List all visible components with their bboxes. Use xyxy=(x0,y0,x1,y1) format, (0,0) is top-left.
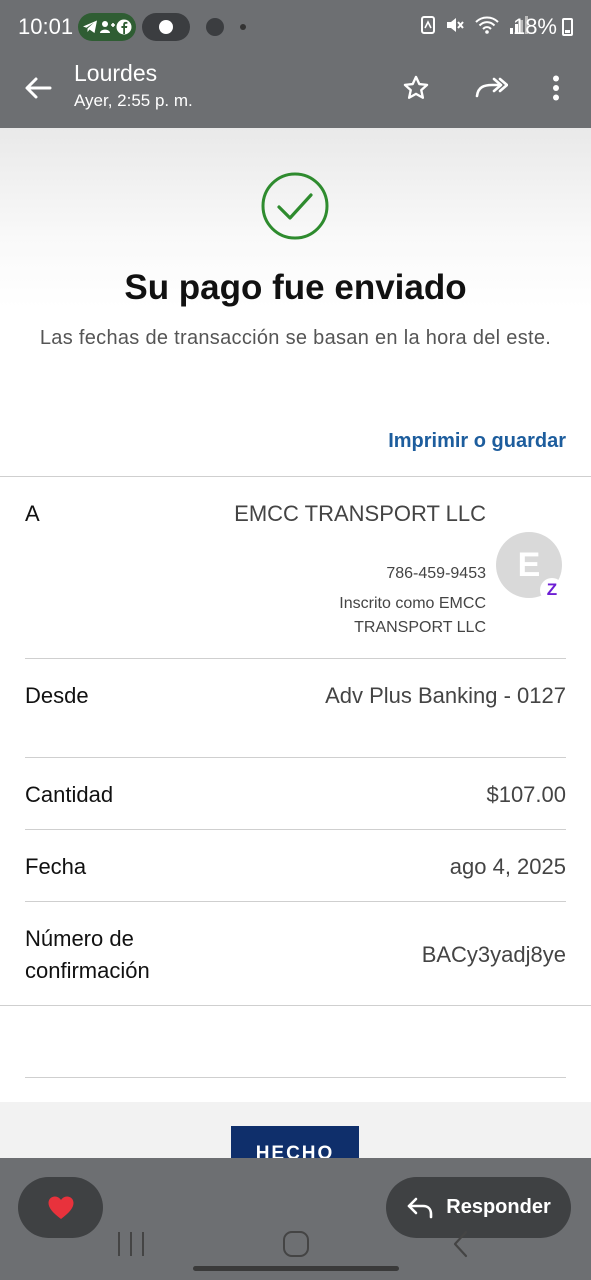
notification-pill xyxy=(78,13,136,41)
notification-icons xyxy=(78,13,246,41)
recents-bar xyxy=(130,1232,132,1256)
recipient-label: A xyxy=(25,501,40,526)
nfc-icon xyxy=(421,16,435,34)
reply-button[interactable]: Responder xyxy=(386,1177,571,1238)
recents-button[interactable] xyxy=(118,1232,144,1256)
more-vertical-icon xyxy=(553,75,559,101)
mute-icon xyxy=(447,18,464,32)
success-check-icon xyxy=(261,172,329,240)
star-icon xyxy=(403,75,429,99)
amount-value: $107.00 xyxy=(486,782,566,807)
date-label: Fecha xyxy=(25,854,87,879)
amount-label: Cantidad xyxy=(25,782,114,807)
print-or-save-link[interactable]: Imprimir o guardar xyxy=(388,430,566,453)
recents-bar xyxy=(118,1232,120,1256)
more-options-button[interactable] xyxy=(540,70,572,106)
recipient-phone: 786-459-9453 xyxy=(386,565,486,582)
payment-confirmation: Su pago fue enviado Las fechas de transa… xyxy=(0,128,591,1182)
home-button[interactable] xyxy=(283,1231,309,1257)
divider xyxy=(25,658,566,659)
date-value: ago 4, 2025 xyxy=(449,854,566,879)
message-timestamp: Ayer, 2:55 p. m. xyxy=(74,91,193,110)
divider xyxy=(25,829,566,830)
divider xyxy=(0,1005,591,1006)
reply-label: Responder xyxy=(446,1196,551,1218)
confirmation-label: Número de confirmación xyxy=(25,926,150,983)
arrow-back-icon xyxy=(25,77,52,99)
sender-name: Lourdes xyxy=(74,60,158,86)
recipient-name: EMCC TRANSPORT LLC xyxy=(234,501,486,526)
back-button[interactable] xyxy=(20,70,56,106)
confirmation-number-value: BACy3yadj8ye xyxy=(421,942,566,967)
bottom-action-bar: Responder xyxy=(0,1158,591,1280)
divider xyxy=(25,757,566,758)
notification-pill-secondary xyxy=(142,13,190,41)
battery-icon xyxy=(562,18,573,36)
forward-icon xyxy=(475,77,508,98)
page-subtitle: Las fechas de transacción se basan en la… xyxy=(39,327,552,349)
app-icon xyxy=(159,20,173,34)
zelle-icon: Z xyxy=(540,578,564,602)
from-label: Desde xyxy=(25,683,89,708)
recents-bar xyxy=(142,1232,144,1256)
facebook-icon xyxy=(116,19,132,35)
battery-percent: 18% xyxy=(512,14,557,39)
divider xyxy=(25,901,566,902)
page-title: Su pago fue enviado xyxy=(124,268,467,307)
status-time: 10:01 xyxy=(18,14,74,39)
nav-back-icon[interactable] xyxy=(450,1230,472,1258)
add-person-icon xyxy=(99,21,115,33)
wifi-icon xyxy=(475,16,499,34)
conversation-header: Lourdes Ayer, 2:55 p. m. xyxy=(0,56,591,128)
app-icon xyxy=(206,18,224,36)
divider xyxy=(25,1077,566,1078)
heart-reaction-button[interactable] xyxy=(18,1177,103,1238)
reply-icon xyxy=(407,1197,433,1218)
star-button[interactable] xyxy=(398,70,434,106)
dot-icon xyxy=(240,24,246,30)
heart-icon xyxy=(48,1196,73,1219)
telegram-icon xyxy=(83,20,98,33)
status-bar: 10:01 18% xyxy=(0,0,591,56)
gesture-handle[interactable] xyxy=(193,1266,399,1271)
divider xyxy=(0,476,591,477)
from-account-value: Adv Plus Banking - 0127 xyxy=(325,683,566,708)
confirmation-hero: Su pago fue enviado Las fechas de transa… xyxy=(0,128,591,478)
recipient-enrolled-name: Inscrito como EMCC TRANSPORT LLC xyxy=(339,595,486,636)
forward-button[interactable] xyxy=(472,70,510,106)
